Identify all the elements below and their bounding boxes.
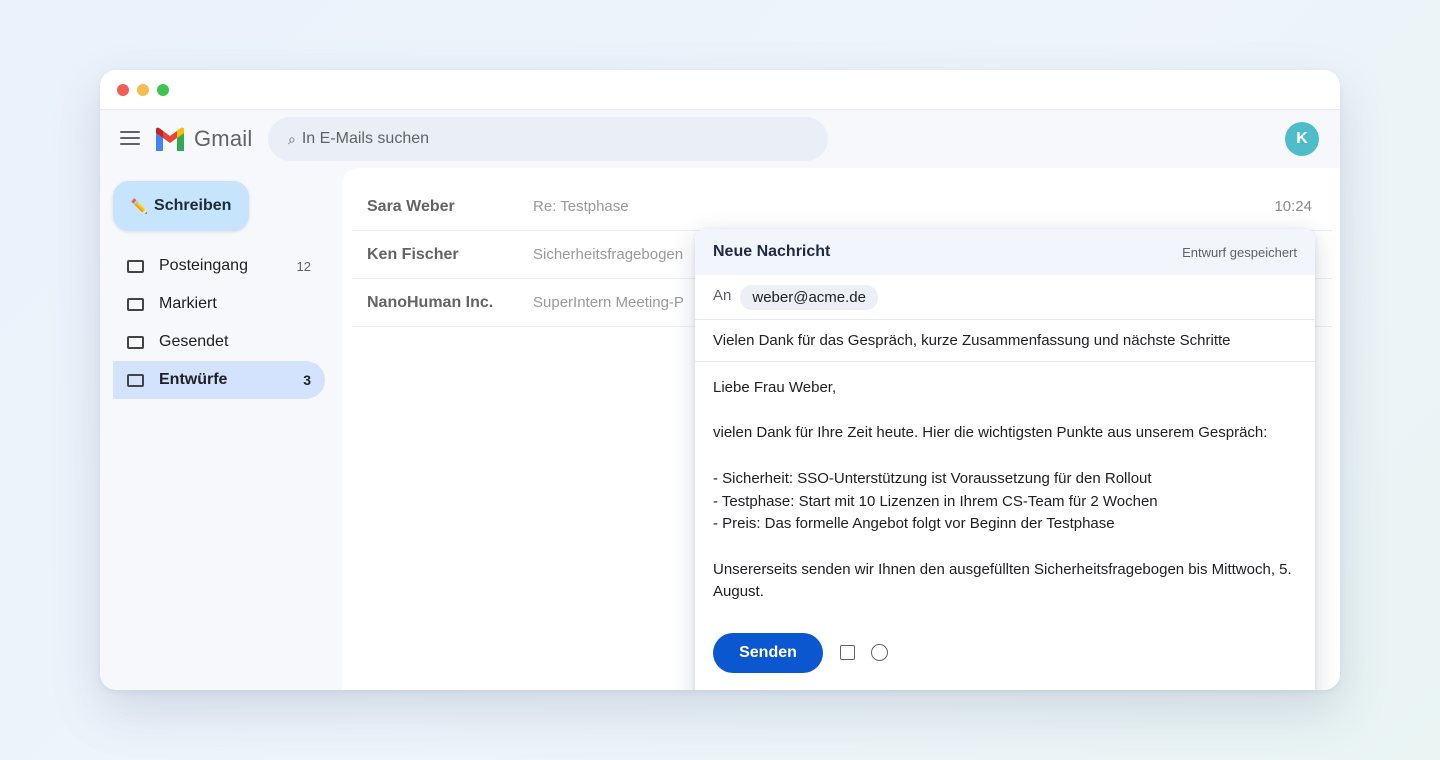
minimize-window-button[interactable] (137, 83, 149, 96)
compose-button-label: Schreiben (154, 197, 232, 214)
folder-label: Gesendet (159, 333, 229, 350)
star-folder-icon (127, 297, 144, 311)
message-body-text: Liebe Frau Weber, vielen Dank für Ihre Z… (713, 379, 1292, 601)
folder-label: Entwürfe (159, 371, 228, 388)
window-titlebar (100, 70, 1340, 110)
hamburger-menu-icon[interactable] (120, 131, 140, 147)
compose-window: Neue Nachricht Entwurf gespeichert An we… (695, 229, 1315, 690)
mail-subject: Re: Testphase (533, 198, 629, 215)
recipient-field[interactable]: An weber@acme.de (695, 275, 1315, 320)
mail-row[interactable]: Sara Weber Re: Testphase 10:24 (352, 183, 1332, 231)
search-icon: ⌕ (288, 130, 296, 147)
attach-square-icon[interactable] (840, 645, 855, 660)
folder-count: 12 (296, 258, 311, 274)
folder-item-starred[interactable]: Markiert (113, 285, 325, 323)
sent-icon (127, 335, 144, 349)
message-body-field[interactable]: Liebe Frau Weber, vielen Dank für Ihre Z… (713, 377, 1297, 623)
gmail-logo[interactable]: Gmail (154, 126, 252, 152)
folder-item-sent[interactable]: Gesendet (113, 323, 325, 361)
app-name: Gmail (194, 126, 253, 151)
recipient-chip[interactable]: weber@acme.de (740, 284, 878, 310)
mail-time: 10:24 (1274, 198, 1312, 215)
mail-subject: Sicherheitsfragebogen (533, 246, 684, 263)
folder-item-drafts[interactable]: Entwürfe 3 (113, 361, 325, 399)
search-bar[interactable]: ⌕ (268, 117, 828, 161)
folder-list: Posteingang 12 Markiert Gesendet Entwürf… (113, 247, 325, 399)
mail-subject: SuperIntern Meeting-P (533, 294, 684, 311)
pencil-icon: ✏️ (130, 197, 149, 214)
gmail-m-icon (156, 127, 184, 151)
subject-field[interactable]: Vielen Dank für das Gespräch, kurze Zusa… (695, 320, 1315, 362)
folder-label: Markiert (159, 295, 217, 312)
draft-status: Entwurf gespeichert (1182, 244, 1297, 260)
folder-item-inbox[interactable]: Posteingang 12 (113, 247, 325, 285)
compose-button[interactable]: ✏️ Schreiben (113, 181, 249, 231)
inbox-icon (127, 259, 144, 273)
app-header: Gmail ⌕ K (100, 110, 1340, 168)
folder-label: Posteingang (159, 257, 248, 274)
folder-count: 3 (303, 372, 311, 388)
mail-sender: Sara Weber (367, 197, 455, 215)
mail-sender: NanoHuman Inc. (367, 293, 494, 311)
option-circle-icon[interactable] (871, 644, 888, 661)
browser-window: Gmail ⌕ K ✏️ Schreiben Posteingang 12 Ma… (100, 70, 1340, 690)
mail-sender: Ken Fischer (367, 245, 459, 263)
compose-header[interactable]: Neue Nachricht Entwurf gespeichert (695, 229, 1315, 275)
drafts-icon (127, 373, 144, 387)
close-window-button[interactable] (117, 83, 129, 96)
search-input[interactable] (301, 130, 782, 148)
recipient-label: An (713, 286, 732, 304)
compose-title: Neue Nachricht (713, 243, 831, 260)
avatar[interactable]: K (1285, 122, 1319, 156)
send-button[interactable]: Senden (713, 633, 823, 673)
maximize-window-button[interactable] (157, 83, 169, 96)
